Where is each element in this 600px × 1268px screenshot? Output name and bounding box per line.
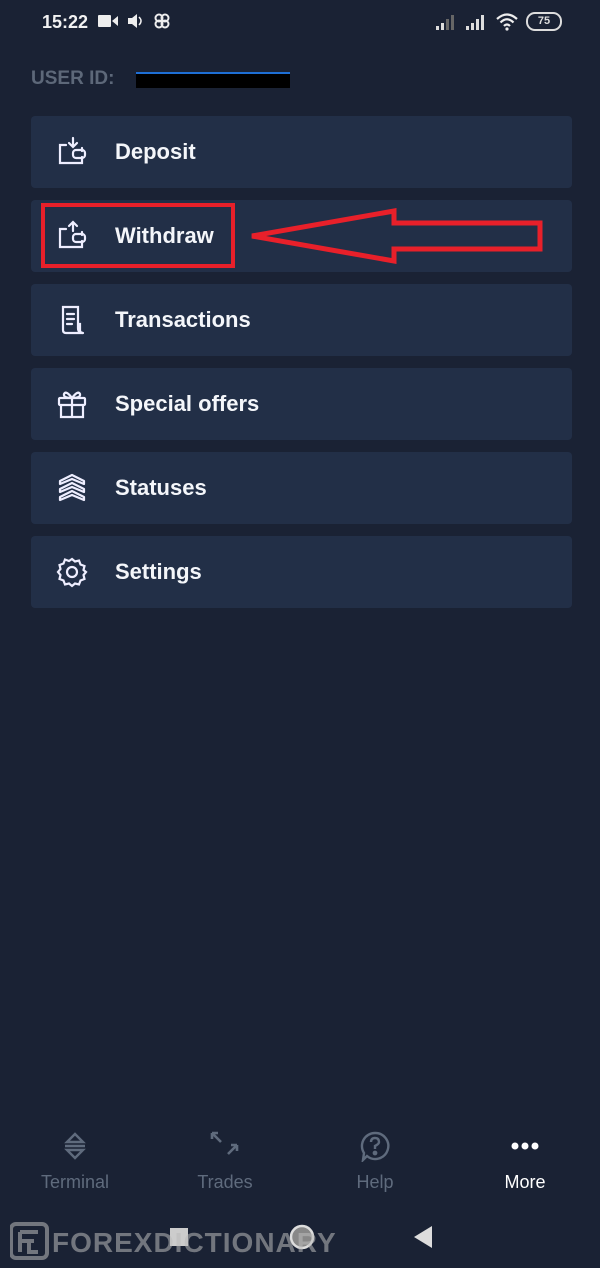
account-menu: Deposit Withdraw Transactions Special of… xyxy=(31,116,572,620)
layers-icon xyxy=(55,471,89,505)
menu-item-settings[interactable]: Settings xyxy=(31,536,572,608)
menu-item-special-offers[interactable]: Special offers xyxy=(31,368,572,440)
menu-item-withdraw[interactable]: Withdraw xyxy=(31,200,572,272)
battery-indicator: 75 xyxy=(526,12,562,31)
svg-text:FOREXDICTIONARY: FOREXDICTIONARY xyxy=(52,1227,337,1258)
terminal-icon xyxy=(61,1128,89,1164)
signal-icon xyxy=(466,14,484,30)
gear-icon xyxy=(55,555,89,589)
fan-icon xyxy=(154,13,170,29)
watermark-logo: FOREXDICTIONARY xyxy=(10,1222,337,1260)
trades-icon xyxy=(209,1128,241,1164)
tab-help[interactable]: Help xyxy=(300,1128,450,1200)
menu-item-transactions[interactable]: Transactions xyxy=(31,284,572,356)
menu-item-statuses[interactable]: Statuses xyxy=(31,452,572,524)
wallet-in-icon xyxy=(55,135,89,169)
more-icon xyxy=(511,1128,539,1164)
status-time: 15:22 xyxy=(42,12,89,32)
signal-icon xyxy=(436,14,454,30)
tab-more[interactable]: More xyxy=(450,1128,600,1200)
video-icon xyxy=(98,15,118,27)
tab-terminal[interactable]: Terminal xyxy=(0,1128,150,1200)
help-icon xyxy=(359,1128,391,1164)
user-id-label: USER ID: xyxy=(31,68,115,89)
tab-trades[interactable]: Trades xyxy=(150,1128,300,1200)
back-button[interactable] xyxy=(414,1226,432,1248)
user-id-redacted xyxy=(136,72,290,88)
menu-item-deposit[interactable]: Deposit xyxy=(31,116,572,188)
status-bar: 15:22 75 xyxy=(0,0,600,46)
volume-icon xyxy=(128,14,142,28)
bottom-nav: Terminal Trades Help More xyxy=(0,1128,600,1200)
wifi-icon xyxy=(496,12,518,31)
wallet-out-icon xyxy=(55,219,89,253)
receipt-icon xyxy=(55,303,89,337)
gift-icon xyxy=(55,387,89,421)
